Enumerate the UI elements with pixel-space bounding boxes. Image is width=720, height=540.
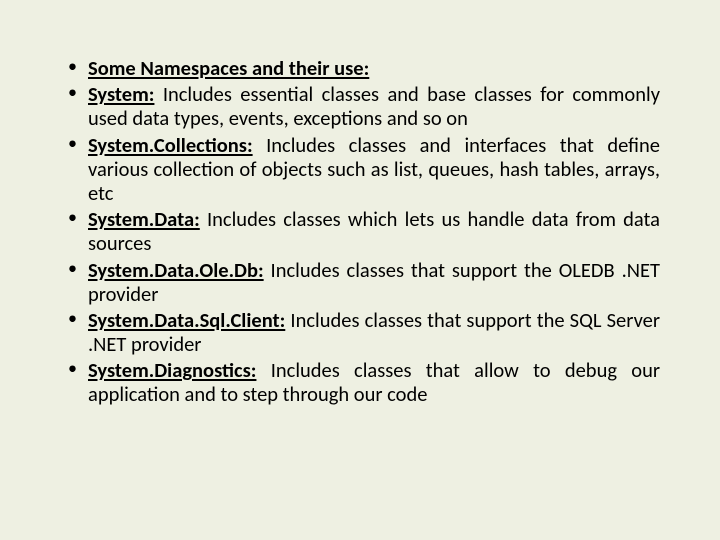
list-item: System.Data: Includes classes which lets… — [88, 207, 660, 255]
item-label: System.Data.Sql.Client: — [88, 307, 285, 333]
list-item: System.Collections: Includes classes and… — [88, 133, 660, 206]
list-item: System.Data.Ole.Db: Includes classes tha… — [88, 258, 660, 306]
bullet-list: Some Namespaces and their use: System: I… — [60, 56, 660, 407]
item-label: System.Diagnostics: — [88, 357, 256, 383]
item-desc: Includes essential classes and base clas… — [88, 81, 660, 131]
item-label: System: — [88, 81, 154, 107]
list-item: System: Includes essential classes and b… — [88, 82, 660, 130]
item-label: Some Namespaces and their use: — [88, 55, 369, 81]
list-item: System.Diagnostics: Includes classes tha… — [88, 358, 660, 406]
item-label: System.Data.Ole.Db: — [88, 257, 264, 283]
item-label: System.Data: — [88, 206, 200, 232]
list-item: System.Data.Sql.Client: Includes classes… — [88, 308, 660, 356]
list-item: Some Namespaces and their use: — [88, 56, 660, 80]
item-label: System.Collections: — [88, 132, 253, 158]
slide: Some Namespaces and their use: System: I… — [0, 0, 720, 540]
